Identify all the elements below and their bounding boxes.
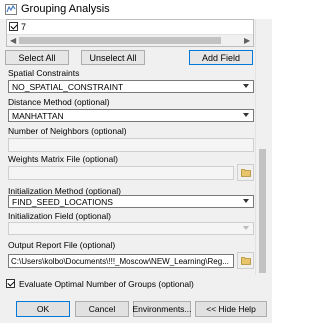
- spatial-constraints-label: Spatial Constraints: [8, 68, 80, 78]
- output-report-file-value: C:\Users\kolbo\Documents\!!!_Moscow\NEW_…: [11, 257, 229, 266]
- parameters-panel: 7 ◀ ▶ Select All Unselect All Add Field …: [4, 19, 255, 275]
- number-of-neighbors-label: Number of Neighbors (optional): [8, 126, 127, 136]
- add-field-button[interactable]: Add Field: [189, 50, 253, 65]
- initialization-method-value: FIND_SEED_LOCATIONS: [12, 197, 113, 207]
- evaluate-optimal-label: Evaluate Optimal Number of Groups (optio…: [19, 278, 194, 289]
- initialization-field-select[interactable]: [8, 222, 254, 235]
- window-title: Grouping Analysis: [21, 3, 110, 15]
- chevron-down-icon[interactable]: [243, 113, 249, 117]
- initialization-field-label: Initialization Field (optional): [8, 211, 111, 221]
- vertical-scroll-thumb[interactable]: [259, 149, 266, 273]
- cancel-button[interactable]: Cancel: [75, 301, 129, 317]
- output-report-browse-button[interactable]: [237, 252, 254, 269]
- chevron-down-icon[interactable]: [243, 84, 249, 88]
- evaluate-optimal-checkbox[interactable]: [6, 279, 15, 288]
- horizontal-scroll-thumb[interactable]: [19, 37, 221, 44]
- ok-button[interactable]: OK: [16, 301, 70, 317]
- weights-matrix-file-label: Weights Matrix File (optional): [8, 154, 118, 164]
- chevron-down-icon[interactable]: [243, 199, 249, 203]
- output-report-file-label: Output Report File (optional): [8, 240, 116, 250]
- field-label: 7: [21, 21, 27, 32]
- grouping-tool-icon: [5, 4, 17, 15]
- distance-method-label: Distance Method (optional): [8, 97, 110, 107]
- scroll-left-icon[interactable]: ◀: [10, 36, 16, 45]
- title-bar: Grouping Analysis: [0, 0, 272, 19]
- list-item[interactable]: 7: [9, 21, 26, 32]
- chevron-down-icon[interactable]: [243, 226, 249, 230]
- initialization-method-select[interactable]: FIND_SEED_LOCATIONS: [8, 195, 254, 208]
- output-report-file-input[interactable]: C:\Users\kolbo\Documents\!!!_Moscow\NEW_…: [8, 254, 234, 268]
- select-all-button[interactable]: Select All: [5, 50, 69, 65]
- weights-matrix-browse-button[interactable]: [237, 164, 254, 181]
- horizontal-scrollbar[interactable]: ◀ ▶: [7, 34, 253, 46]
- evaluate-optimal-row[interactable]: Evaluate Optimal Number of Groups (optio…: [6, 278, 194, 289]
- folder-icon: [241, 257, 251, 265]
- distance-method-value: MANHATTAN: [12, 111, 64, 121]
- number-of-neighbors-input[interactable]: [8, 138, 254, 152]
- spatial-constraints-select[interactable]: NO_SPATIAL_CONSTRAINT: [8, 80, 254, 93]
- distance-method-select[interactable]: MANHATTAN: [8, 109, 254, 122]
- field-checkbox[interactable]: [9, 22, 18, 31]
- unselect-all-button[interactable]: Unselect All: [81, 50, 145, 65]
- spatial-constraints-value: NO_SPATIAL_CONSTRAINT: [12, 82, 124, 92]
- hide-help-button[interactable]: << Hide Help: [195, 301, 267, 317]
- scroll-right-icon[interactable]: ▶: [244, 36, 250, 45]
- environments-button[interactable]: Environments...: [132, 301, 192, 317]
- fields-listbox[interactable]: 7 ◀ ▶: [6, 19, 254, 47]
- folder-icon: [241, 169, 251, 177]
- weights-matrix-file-input[interactable]: [8, 166, 234, 180]
- grouping-analysis-dialog: Grouping Analysis 7 ◀ ▶ Select All Unsel…: [0, 0, 272, 323]
- vertical-scrollbar[interactable]: [255, 19, 269, 275]
